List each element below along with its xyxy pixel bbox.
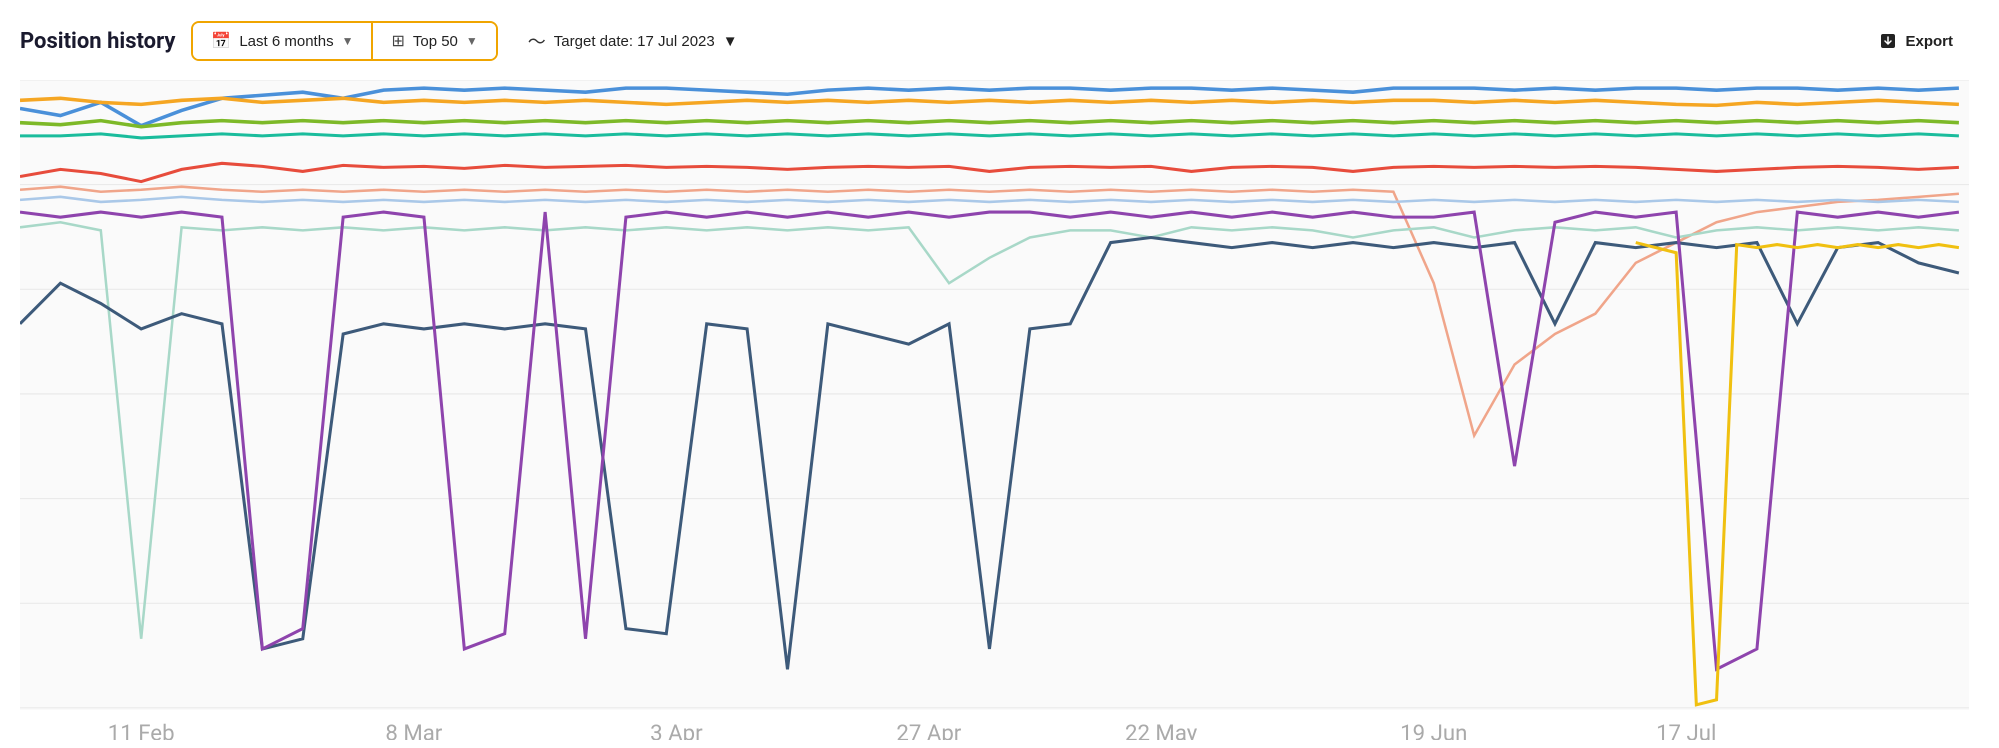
top-filter-button[interactable]: ⊞ Top 50 ▼ (373, 23, 495, 59)
date-filter-button[interactable]: 📅 Last 6 months ▼ (193, 23, 373, 59)
target-date-label: Target date: 17 Jul 2023 (554, 33, 715, 50)
svg-text:3 Apr: 3 Apr (650, 720, 703, 740)
filter-group: 📅 Last 6 months ▼ ⊞ Top 50 ▼ (191, 21, 497, 61)
calendar-icon: 📅 (211, 31, 231, 51)
top-chevron-icon: ▼ (466, 34, 478, 48)
svg-text:27 Apr: 27 Apr (896, 720, 961, 740)
date-filter-label: Last 6 months (239, 33, 333, 50)
page-title: Position history (20, 29, 175, 54)
table-icon: ⊞ (391, 31, 404, 51)
target-chevron-icon: ▼ (723, 33, 738, 50)
chart-wrapper: 1 10 20 30 40 50 11 Feb 8 Mar 3 Apr 27 A… (20, 80, 1969, 740)
main-container: Position history 📅 Last 6 months ▼ ⊞ Top… (0, 0, 1999, 748)
svg-text:22 May: 22 May (1125, 720, 1198, 740)
export-label: Export (1905, 33, 1953, 50)
chart-area: 1 10 20 30 40 50 11 Feb 8 Mar 3 Apr 27 A… (20, 80, 1969, 740)
svg-text:19 Jun: 19 Jun (1400, 720, 1467, 740)
svg-text:8 Mar: 8 Mar (385, 720, 442, 740)
trending-icon: 〜 (528, 28, 546, 54)
position-history-chart: 1 10 20 30 40 50 11 Feb 8 Mar 3 Apr 27 A… (20, 80, 1969, 740)
svg-text:11 Feb: 11 Feb (108, 720, 175, 740)
target-date-button[interactable]: 〜 Target date: 17 Jul 2023 ▼ (514, 20, 752, 62)
header: Position history 📅 Last 6 months ▼ ⊞ Top… (20, 20, 1969, 62)
export-button[interactable]: Export (1863, 24, 1969, 58)
date-chevron-icon: ▼ (342, 34, 354, 48)
svg-text:17 Jul: 17 Jul (1656, 720, 1716, 740)
download-icon (1879, 32, 1897, 50)
top-filter-label: Top 50 (413, 33, 458, 50)
